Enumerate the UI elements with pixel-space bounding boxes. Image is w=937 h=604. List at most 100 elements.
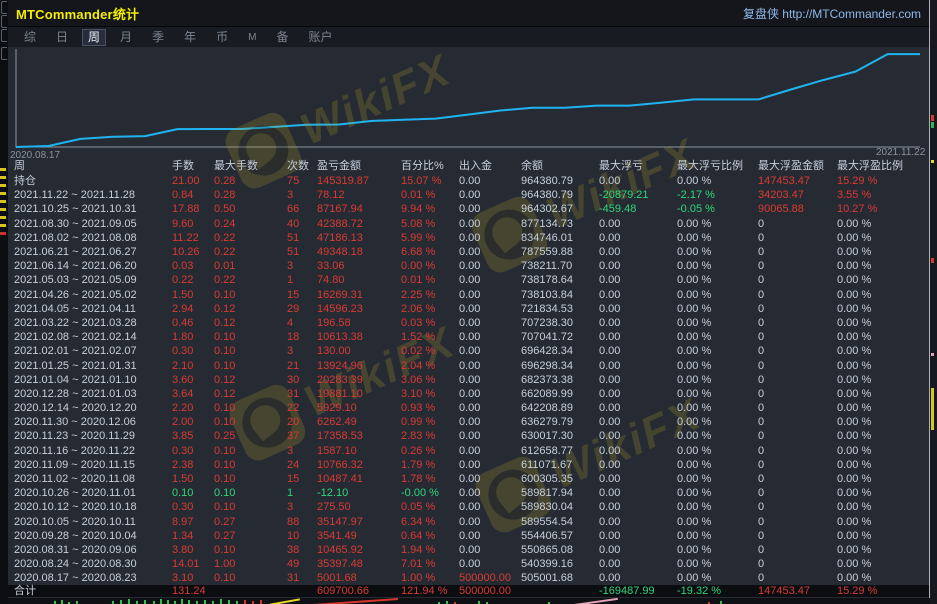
menu-tab-币[interactable]: 币 [210,29,234,46]
table-row[interactable]: 2020.11.09 ~ 2020.11.152.380.102410766.3… [8,458,929,472]
menu-tab-备[interactable]: 备 [270,29,294,46]
table-cell: 0.00 % [837,218,929,230]
table-cell: 75 [287,175,317,187]
table-row[interactable]: 2021.01.04 ~ 2021.01.103.600.123020283.3… [8,373,929,387]
table-cell: 0.00 % [837,360,929,372]
table-cell: 1.52 % [401,331,459,343]
table-cell: 40 [287,218,317,230]
table-cell: 738211.70 [521,260,599,272]
table-row[interactable]: 2021.10.25 ~ 2021.10.3117.880.506687167.… [8,202,929,216]
table-row[interactable]: 2020.08.17 ~ 2020.08.233.100.10315001.68… [8,571,929,585]
table-cell: 0.00 [459,331,521,343]
menu-tab-日[interactable]: 日 [50,29,74,46]
table-cell: 0.00 % [677,374,758,386]
table-cell: 0.10 [214,572,287,584]
table-cell: 0.10 [172,487,214,499]
menu-tab-季[interactable]: 季 [146,29,170,46]
table-row[interactable]: 2021.04.26 ~ 2021.05.021.500.101516269.3… [8,288,929,302]
table-cell: 0.00 % [837,416,929,428]
table-cell: 2021.04.26 ~ 2021.05.02 [14,289,172,301]
table-cell: 0 [758,501,837,513]
table-cell: 3.60 [172,374,214,386]
table-cell: 0.00 % [677,558,758,570]
table-cell: 0.00 [599,331,677,343]
table-row[interactable]: 2021.01.25 ~ 2021.01.312.100.102113924.9… [8,358,929,372]
table-cell: 0 [758,459,837,471]
menu-tab-年[interactable]: 年 [178,29,202,46]
table-row[interactable]: 2020.08.24 ~ 2020.08.3014.011.004935397.… [8,557,929,571]
table-cell: 0.00 [599,544,677,556]
table-cell: 5929.10 [317,402,401,414]
table-row-holding[interactable]: 持仓21.000.2875145319.8715.07 %0.00964380.… [8,174,929,188]
table-row[interactable]: 2020.09.28 ~ 2020.10.041.340.27103541.49… [8,529,929,543]
table-row[interactable]: 2021.06.21 ~ 2021.06.2710.260.225149348.… [8,245,929,259]
table-cell: 2021.05.03 ~ 2021.05.09 [14,274,172,286]
table-cell: 1.00 [214,558,287,570]
table-cell: 66 [287,203,317,215]
table-cell: 0.01 [214,260,287,272]
table-cell: 0.00 % [677,175,758,187]
table-cell: 0 [758,345,837,357]
table-cell: 5.99 % [401,232,459,244]
table-row[interactable]: 2020.11.02 ~ 2020.11.081.500.101510487.4… [8,472,929,486]
table-cell: 2.04 % [401,360,459,372]
table-cell: 0.00 [599,303,677,315]
table-cell: 0.00 % [837,317,929,329]
table-row[interactable]: 2020.10.05 ~ 2020.10.118.970.278835147.9… [8,515,929,529]
table-row[interactable]: 2021.08.02 ~ 2021.08.0811.220.225147186.… [8,231,929,245]
table-row[interactable]: 2020.10.26 ~ 2020.11.010.100.101-12.10-0… [8,486,929,500]
table-cell: 500000.00 [459,585,521,597]
table-row[interactable]: 2021.11.22 ~ 2021.11.280.840.28378.120.0… [8,188,929,202]
table-cell: 1.94 % [401,544,459,556]
table-cell: 0.00 [599,558,677,570]
table-cell: 0.12 [214,317,287,329]
table-row[interactable]: 2020.11.30 ~ 2020.12.062.000.10206262.49… [8,415,929,429]
menu-tab-综[interactable]: 综 [18,29,42,46]
table-row[interactable]: 2020.11.23 ~ 2020.11.293.850.253717358.5… [8,429,929,443]
table-cell: 1 [287,487,317,499]
table-header-row[interactable]: 周手数最大手数次数盈亏金额百分比%出入金余额最大浮亏最大浮亏比例最大浮盈金额最大… [8,158,929,174]
table-row[interactable]: 2021.02.01 ~ 2021.02.070.300.103130.000.… [8,344,929,358]
table-cell: 2021.06.21 ~ 2021.06.27 [14,246,172,258]
table-cell: 3 [287,260,317,272]
table-row[interactable]: 2020.12.28 ~ 2021.01.033.640.123119881.1… [8,387,929,401]
table-cell: 0.03 [172,260,214,272]
table-cell: 738178.64 [521,274,599,286]
table-cell: 0.12 [214,374,287,386]
table-cell: 22 [287,402,317,414]
table-cell: 0.22 [214,274,287,286]
table-cell: 0.00 [599,232,677,244]
table-cell: 15 [287,473,317,485]
table-cell: 2021.02.01 ~ 2021.02.07 [14,345,172,357]
table-row[interactable]: 2020.12.14 ~ 2020.12.202.200.10225929.10… [8,401,929,415]
table-cell: 0.10 [214,501,287,513]
table-cell: 最大浮盈金额 [758,160,837,172]
table-row[interactable]: 2021.05.03 ~ 2021.05.090.220.22174.800.0… [8,273,929,287]
table-cell: 34203.47 [758,189,837,201]
table-cell: 最大浮盈比例 [837,160,929,172]
table-row[interactable]: 2020.08.31 ~ 2020.09.063.800.103810465.9… [8,543,929,557]
table-row[interactable]: 2021.08.30 ~ 2021.09.059.600.244042388.7… [8,217,929,231]
menu-tab-账户[interactable]: 账户 [302,29,338,46]
table-cell: 2.10 [172,360,214,372]
table-cell: 696298.34 [521,360,599,372]
table-cell: 0.00 % [677,572,758,584]
table-cell: 20 [287,416,317,428]
table-row[interactable]: 2020.10.12 ~ 2020.10.180.300.103275.500.… [8,500,929,514]
menu-tab-M[interactable]: M [242,29,262,46]
table-row[interactable]: 2021.02.08 ~ 2021.02.141.800.101810613.3… [8,330,929,344]
table-row[interactable]: 2021.06.14 ~ 2021.06.200.030.01333.060.0… [8,259,929,273]
table-cell: 642208.89 [521,402,599,414]
table-row[interactable]: 2021.03.22 ~ 2021.03.280.460.124196.580.… [8,316,929,330]
menu-tab-月[interactable]: 月 [114,29,138,46]
table-cell: 3.10 % [401,388,459,400]
menu-tab-周[interactable]: 周 [82,29,106,46]
website-link[interactable]: 复盘侠 http://MTCommander.com [743,5,921,22]
table-row[interactable]: 2021.04.05 ~ 2021.04.112.940.122914596.2… [8,302,929,316]
table-row[interactable]: 2020.11.16 ~ 2020.11.220.300.1031587.100… [8,444,929,458]
table-cell: 31 [287,388,317,400]
table-cell: 0.30 [172,445,214,457]
table-cell: 35397.48 [317,558,401,570]
table-cell: 0.30 [172,501,214,513]
table-cell: 最大浮亏 [599,160,677,172]
